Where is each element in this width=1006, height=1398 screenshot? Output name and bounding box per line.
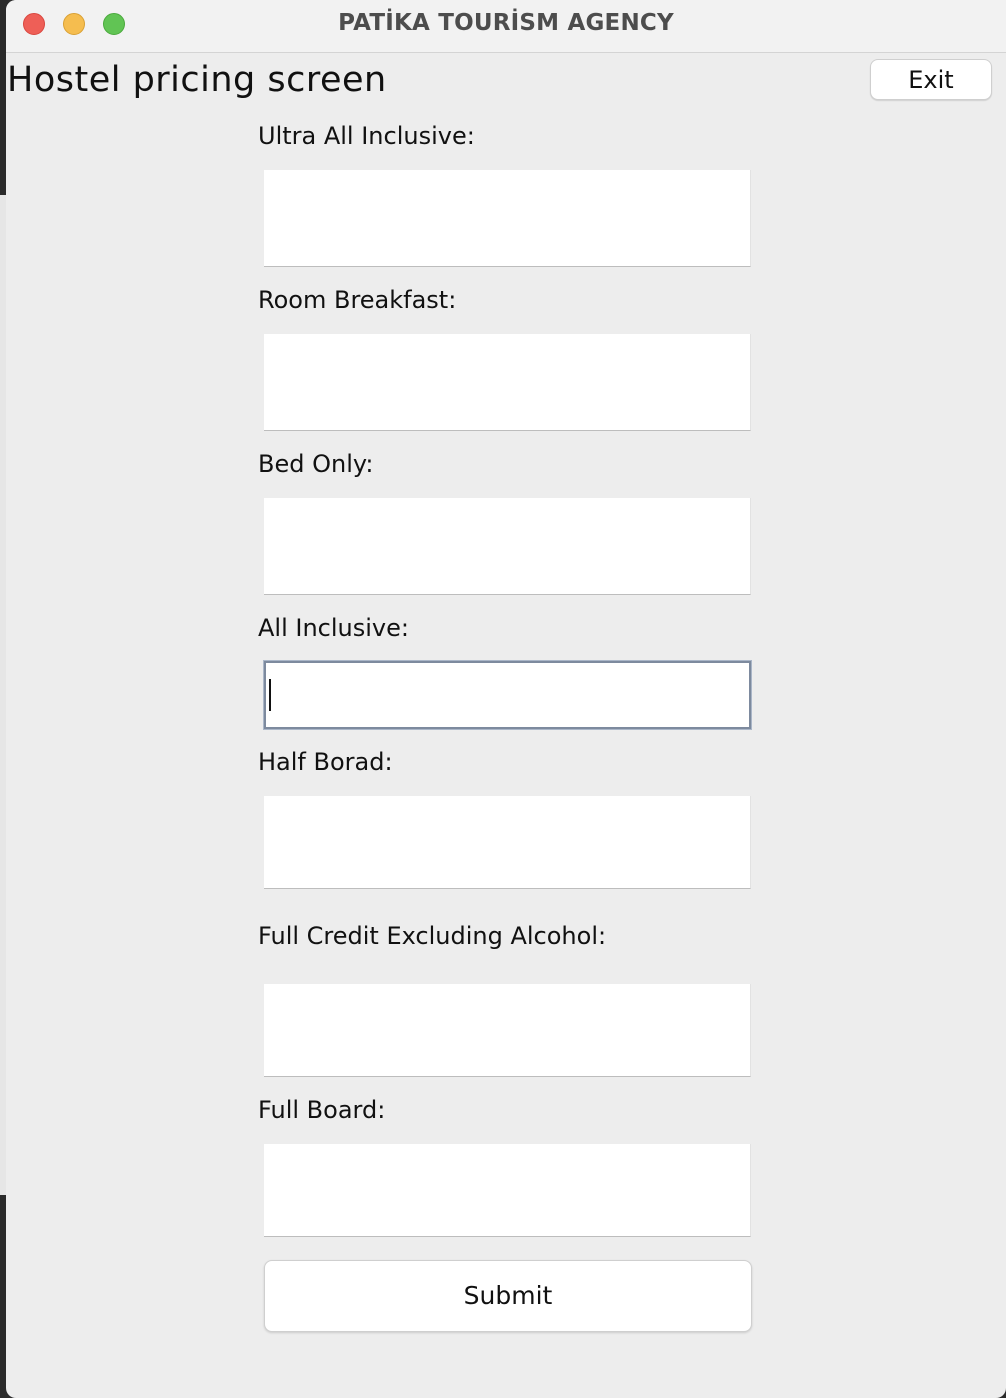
full-credit-excluding-alcohol-label: Full Credit Excluding Alcohol: — [258, 922, 607, 950]
exit-button[interactable]: Exit — [870, 59, 992, 100]
page-title: Hostel pricing screen — [7, 60, 387, 100]
ultra-all-inclusive-input[interactable] — [264, 170, 751, 267]
ultra-all-inclusive-label: Ultra All Inclusive: — [258, 122, 475, 150]
half-board-label: Half Borad: — [258, 748, 393, 776]
text-cursor — [269, 679, 271, 711]
all-inclusive-label: All Inclusive: — [258, 614, 409, 642]
window-title: PATİKA TOURİSM AGENCY — [338, 10, 674, 36]
title-bar: PATİKA TOURİSM AGENCY — [6, 0, 1006, 53]
full-board-input[interactable] — [264, 1144, 751, 1237]
half-board-input[interactable] — [264, 796, 751, 889]
bed-only-label: Bed Only: — [258, 450, 374, 478]
app-window: PATİKA TOURİSM AGENCY Hostel pricing scr… — [6, 0, 1006, 1398]
full-credit-excluding-alcohol-input[interactable] — [264, 984, 751, 1077]
room-breakfast-label: Room Breakfast: — [258, 286, 457, 314]
all-inclusive-input[interactable] — [264, 661, 751, 729]
room-breakfast-input[interactable] — [264, 334, 751, 431]
submit-button[interactable]: Submit — [264, 1260, 752, 1332]
full-board-label: Full Board: — [258, 1096, 386, 1124]
bed-only-input[interactable] — [264, 498, 751, 595]
